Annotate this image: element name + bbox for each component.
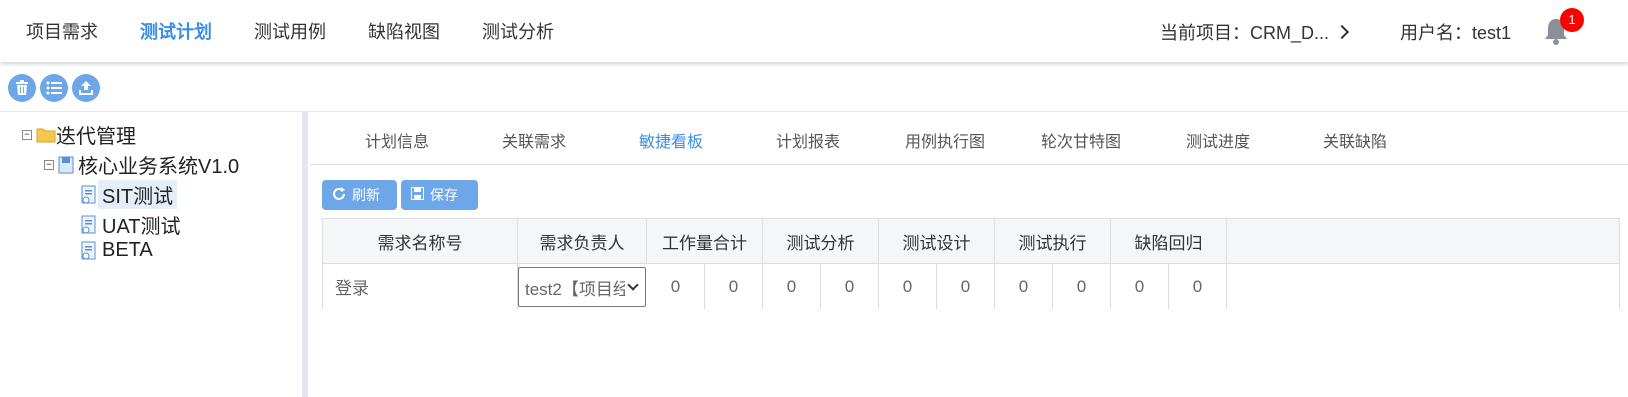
column-header: 测试分析 <box>763 219 879 264</box>
tab-linked-defects[interactable]: 关联缺陷 <box>1323 128 1387 152</box>
nav-test-cases[interactable]: 测试用例 <box>254 18 326 44</box>
list-button[interactable] <box>40 74 68 102</box>
agile-board-table: 需求名称号 需求负责人 工作量合计 测试分析 测试设计 测试执行 缺陷回归 登录… <box>322 218 1620 309</box>
nav-project-requirements[interactable]: 项目需求 <box>26 18 98 44</box>
tree-version-label: 核心业务系统V1.0 <box>78 156 240 178</box>
refresh-icon <box>332 186 346 204</box>
tab-test-progress[interactable]: 测试进度 <box>1186 128 1250 152</box>
test-plan-icon <box>81 185 96 203</box>
notification-badge: 1 <box>1560 8 1584 32</box>
current-project-label: 当前项目：CRM_D... <box>1160 23 1330 43</box>
collapse-icon[interactable]: − <box>44 159 54 170</box>
collapse-icon[interactable]: − <box>22 129 32 140</box>
column-header: 测试执行 <box>995 219 1111 264</box>
version-icon <box>58 156 74 173</box>
owner-select-value: test2【项目经理】 <box>525 279 625 299</box>
top-navbar: 项目需求 测试计划 测试用例 缺陷视图 测试分析 当前项目：CRM_D... 用… <box>0 0 1628 62</box>
tab-plan-info[interactable]: 计划信息 <box>365 128 429 152</box>
username-label: 用户名：test1 <box>1400 23 1512 43</box>
value-cell: 0 <box>995 264 1053 309</box>
current-project-selector[interactable]: 当前项目：CRM_D... <box>1160 19 1350 45</box>
tree-node-plan-uat[interactable]: UAT测试 <box>80 210 181 239</box>
value-cell: 0 <box>1111 264 1169 309</box>
plan-tabs: 计划信息 关联需求 敏捷看板 计划报表 用例执行图 轮次甘特图 测试进度 关联缺… <box>310 112 1628 165</box>
plan-tree: − 迭代管理 − 核心业务系统V1.0 SIT测试 UAT测试 BETA <box>0 112 302 397</box>
tree-node-plan-beta[interactable]: BETA <box>80 239 153 262</box>
tree-node-plan-sit[interactable]: SIT测试 <box>80 180 178 209</box>
nav-test-analysis[interactable]: 测试分析 <box>482 18 554 44</box>
column-header: 需求负责人 <box>518 219 647 264</box>
save-icon <box>411 187 424 203</box>
tree-plan-label: UAT测试 <box>102 216 181 238</box>
column-header: 测试设计 <box>879 219 995 264</box>
save-button[interactable]: 保存 <box>401 180 478 210</box>
toolbar <box>8 74 100 102</box>
panel-splitter[interactable] <box>302 112 308 397</box>
test-plan-icon <box>81 241 96 259</box>
value-cell: 0 <box>879 264 937 309</box>
table-row: 登录 test2【项目经理】 0 0 0 0 0 0 0 0 0 0 <box>323 264 1619 309</box>
save-label: 保存 <box>430 187 458 203</box>
column-header: 工作量合计 <box>647 219 763 264</box>
tree-node-root[interactable]: − 迭代管理 <box>22 120 136 149</box>
value-cell: 0 <box>763 264 821 309</box>
nav-test-plan[interactable]: 测试计划 <box>140 18 212 44</box>
tree-root-label: 迭代管理 <box>56 126 136 148</box>
tab-plan-report[interactable]: 计划报表 <box>776 128 840 152</box>
tree-plan-label: SIT测试 <box>98 180 178 209</box>
tab-agile-board[interactable]: 敏捷看板 <box>639 128 703 152</box>
tree-node-version[interactable]: − 核心业务系统V1.0 <box>44 150 239 179</box>
folder-icon <box>36 128 56 142</box>
owner-select[interactable]: test2【项目经理】 <box>518 267 646 307</box>
value-cell: 0 <box>705 264 763 309</box>
test-plan-icon <box>81 215 96 233</box>
main-nav: 项目需求 测试计划 测试用例 缺陷视图 测试分析 <box>26 0 596 62</box>
list-icon <box>46 81 62 95</box>
value-cell: 0 <box>937 264 995 309</box>
chevron-right-icon <box>1334 24 1350 40</box>
tab-linked-requirements[interactable]: 关联需求 <box>502 128 566 152</box>
refresh-button[interactable]: 刷新 <box>322 180 397 210</box>
value-cell: 0 <box>1169 264 1227 309</box>
value-cell: 0 <box>821 264 879 309</box>
upload-button[interactable] <box>72 74 100 102</box>
upload-icon <box>79 81 93 95</box>
value-cell: 0 <box>647 264 705 309</box>
chevron-down-icon <box>627 279 639 291</box>
value-cell: 0 <box>1053 264 1111 309</box>
tab-round-gantt[interactable]: 轮次甘特图 <box>1041 128 1121 152</box>
nav-defect-view[interactable]: 缺陷视图 <box>368 18 440 44</box>
refresh-label: 刷新 <box>352 187 380 203</box>
tree-plan-label: BETA <box>102 239 153 261</box>
column-header: 需求名称号 <box>323 219 518 264</box>
tab-case-execution-chart[interactable]: 用例执行图 <box>905 128 985 152</box>
column-header: 缺陷回归 <box>1111 219 1227 264</box>
delete-button[interactable] <box>8 74 36 102</box>
table-header: 需求名称号 需求负责人 工作量合计 测试分析 测试设计 测试执行 缺陷回归 <box>323 219 1619 264</box>
trash-icon <box>16 80 28 95</box>
requirement-name-cell: 登录 <box>323 264 518 309</box>
